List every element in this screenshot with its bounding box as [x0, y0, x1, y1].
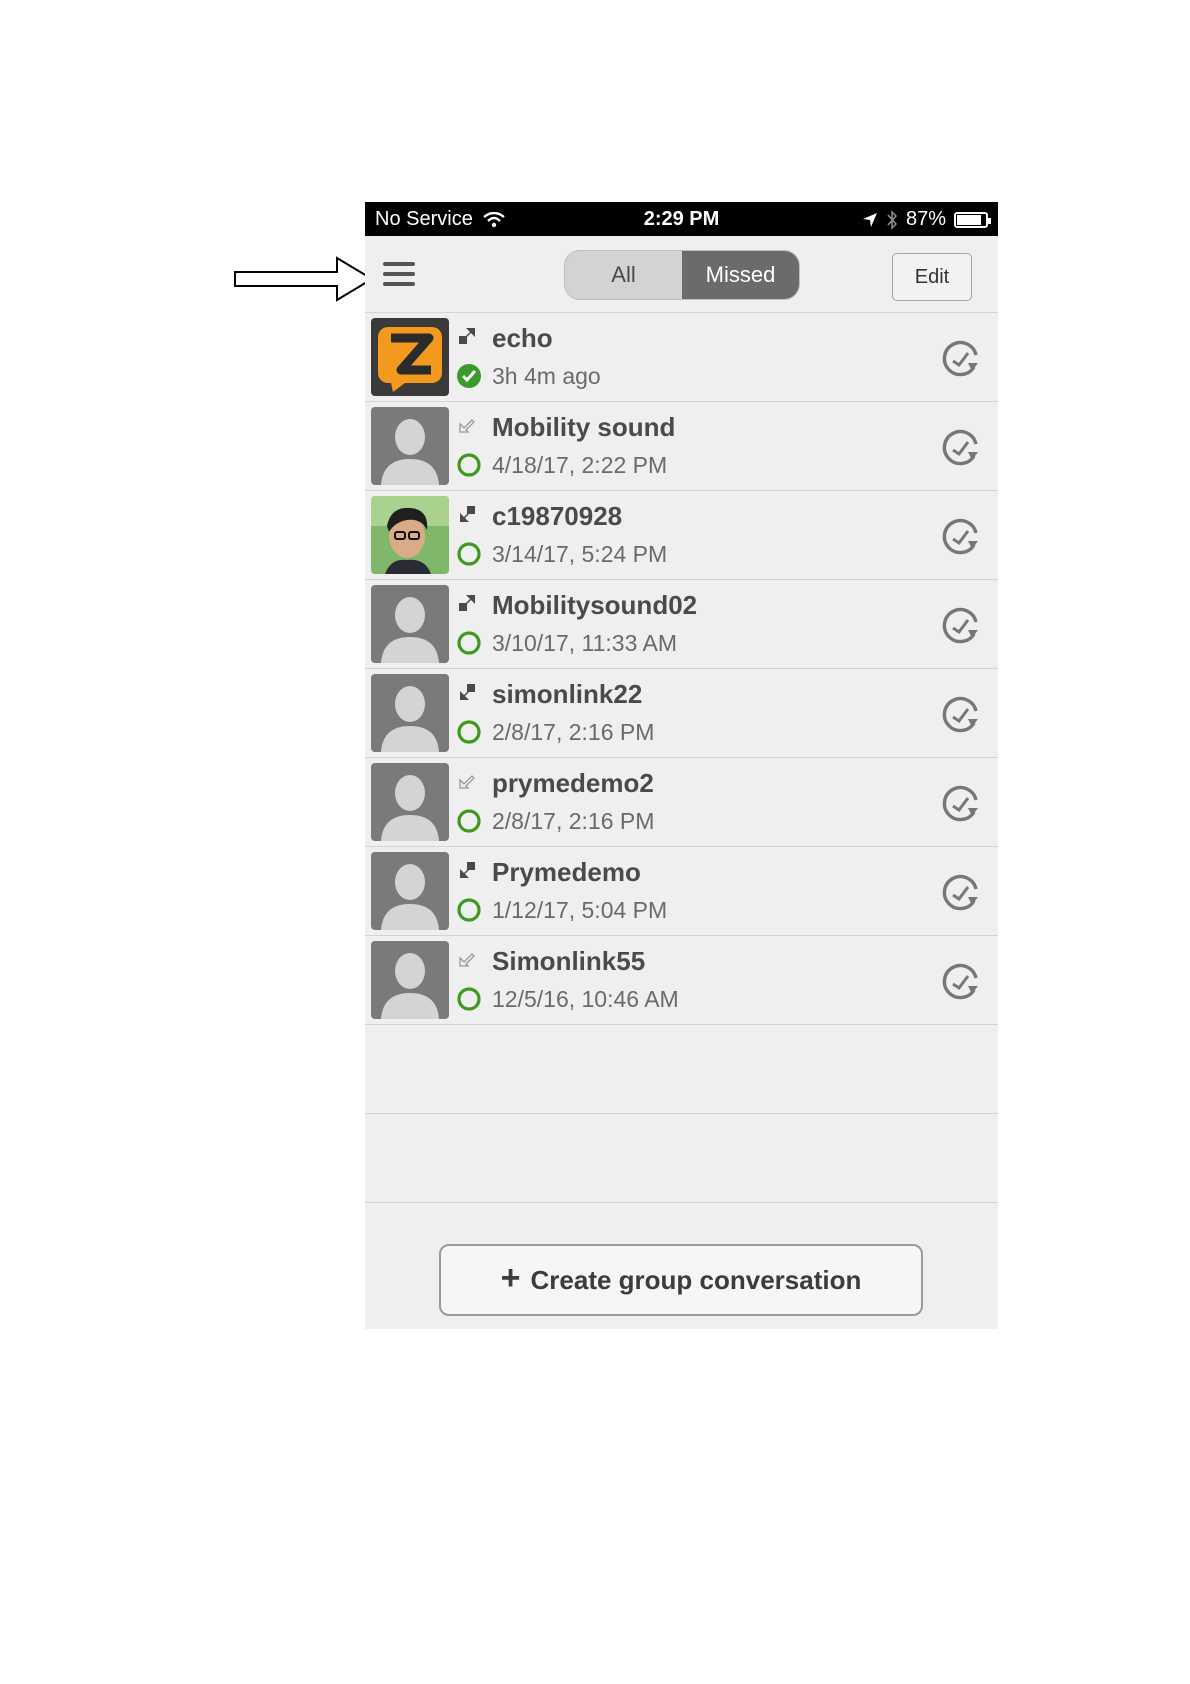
- call-history-icon[interactable]: [938, 871, 982, 915]
- call-row[interactable]: Mobility sound 4/18/17, 2:22 PM: [365, 402, 998, 491]
- call-history-list: echo 3h 4m ago Mobility sound 4/18/17, 2:22…: [365, 313, 998, 1203]
- edit-button[interactable]: Edit: [892, 253, 972, 301]
- hamburger-menu-icon[interactable]: [383, 262, 415, 288]
- tab-missed[interactable]: Missed: [682, 251, 799, 299]
- call-history-icon[interactable]: [938, 604, 982, 648]
- call-direction-incoming-icon: [458, 861, 476, 879]
- battery-icon: [954, 211, 991, 228]
- contact-name: Mobility sound: [492, 412, 676, 442]
- status-bar: No Service 2:29 PM 87%: [365, 202, 998, 236]
- avatar: [371, 407, 449, 485]
- call-direction-outgoing-icon: [458, 327, 476, 345]
- call-direction-incoming-icon: [458, 505, 476, 523]
- avatar: [371, 496, 449, 574]
- call-row[interactable]: echo 3h 4m ago: [365, 313, 998, 402]
- call-timestamp: 4/18/17, 2:22 PM: [492, 452, 668, 478]
- contact-name: c19870928: [492, 501, 623, 531]
- call-history-icon[interactable]: [938, 426, 982, 470]
- call-timestamp: 12/5/16, 10:46 AM: [492, 986, 679, 1012]
- call-timestamp: 3/10/17, 11:33 AM: [492, 630, 677, 656]
- call-row[interactable]: prymedemo2 2/8/17, 2:16 PM: [365, 758, 998, 847]
- presence-offline-icon: [457, 631, 481, 655]
- presence-offline-icon: [457, 987, 481, 1011]
- call-row[interactable]: simonlink22 2/8/17, 2:16 PM: [365, 669, 998, 758]
- presence-offline-icon: [457, 809, 481, 833]
- bluetooth-icon: [887, 209, 898, 230]
- avatar: [371, 852, 449, 930]
- call-history-icon[interactable]: [938, 960, 982, 1004]
- call-history-icon[interactable]: [938, 337, 982, 381]
- presence-offline-icon: [457, 720, 481, 744]
- contact-name: Mobilitysound02: [492, 590, 698, 620]
- call-direction-missed-icon: [458, 416, 476, 434]
- call-row[interactable]: c19870928 3/14/17, 5:24 PM: [365, 491, 998, 580]
- avatar: [371, 318, 449, 396]
- call-timestamp: 1/12/17, 5:04 PM: [492, 897, 668, 923]
- battery-percent: 87%: [905, 208, 946, 230]
- create-group-label: Create group conversation: [530, 1264, 862, 1295]
- battery-level: [957, 214, 982, 225]
- plus-icon: +: [500, 1259, 521, 1297]
- call-history-icon[interactable]: [938, 515, 982, 559]
- contact-name: prymedemo2: [492, 768, 654, 798]
- contact-name: simonlink22: [492, 679, 643, 709]
- tab-all[interactable]: All: [565, 251, 682, 299]
- presence-offline-icon: [457, 898, 481, 922]
- call-history-icon[interactable]: [938, 693, 982, 737]
- call-direction-missed-icon: [458, 950, 476, 968]
- call-direction-outgoing-icon: [458, 594, 476, 612]
- call-direction-missed-icon: [458, 772, 476, 790]
- avatar: [371, 941, 449, 1019]
- call-filter-segmented-control: All Missed: [564, 250, 800, 300]
- phone-screen: No Service 2:29 PM 87% All Missed Edit e…: [365, 202, 998, 1329]
- location-arrow-icon: [862, 212, 877, 227]
- presence-online-icon: [457, 364, 481, 388]
- create-group-button[interactable]: + Create group conversation: [439, 1244, 923, 1316]
- call-row[interactable]: Prymedemo 1/12/17, 5:04 PM: [365, 847, 998, 936]
- call-history-icon[interactable]: [938, 782, 982, 826]
- call-timestamp: 2/8/17, 2:16 PM: [492, 808, 655, 834]
- call-direction-incoming-icon: [458, 683, 476, 701]
- empty-list-row: [365, 1114, 998, 1203]
- call-row[interactable]: Mobilitysound02 3/10/17, 11:33 AM: [365, 580, 998, 669]
- call-timestamp: 2/8/17, 2:16 PM: [492, 719, 655, 745]
- presence-offline-icon: [457, 453, 481, 477]
- avatar: [371, 585, 449, 663]
- nav-bar: All Missed Edit: [365, 236, 998, 313]
- contact-name: echo: [492, 323, 553, 353]
- call-row[interactable]: Simonlink55 12/5/16, 10:46 AM: [365, 936, 998, 1025]
- presence-offline-icon: [457, 542, 481, 566]
- pointer-arrow-annotation: [234, 256, 374, 302]
- empty-list-row: [365, 1025, 998, 1114]
- contact-name: Simonlink55: [492, 946, 646, 976]
- call-timestamp: 3h 4m ago: [492, 363, 601, 389]
- contact-name: Prymedemo: [492, 857, 641, 887]
- avatar: [371, 674, 449, 752]
- avatar: [371, 763, 449, 841]
- call-timestamp: 3/14/17, 5:24 PM: [492, 541, 668, 567]
